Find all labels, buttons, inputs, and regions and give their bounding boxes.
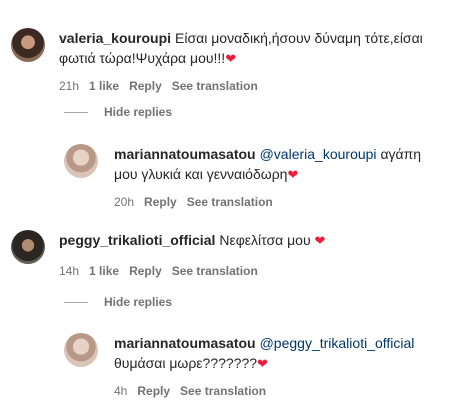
reply-button[interactable]: Reply — [129, 264, 162, 278]
avatar[interactable] — [11, 230, 45, 264]
comment-text: Νεφελίτσα μου — [219, 232, 311, 248]
hide-replies-label[interactable]: Hide replies — [104, 295, 172, 309]
likes-count[interactable]: 1 like — [89, 264, 119, 278]
hide-replies-button[interactable]: Hide replies — [64, 105, 172, 119]
reply-time: 4h — [114, 384, 128, 398]
avatar[interactable] — [11, 28, 45, 62]
divider — [64, 301, 88, 303]
comment-peggy: peggy_trikalioti_official Νεφελίτσα μου ❤… — [11, 230, 441, 278]
see-translation-button[interactable]: See translation — [187, 195, 273, 209]
mention-link[interactable]: @valeria_kouroupi — [260, 146, 377, 162]
comment-time: 14h — [59, 264, 80, 278]
comment-time: 21h — [59, 79, 80, 93]
reply-button[interactable]: Reply — [144, 195, 177, 209]
mention-link[interactable]: @peggy_trikalioti_official — [260, 335, 415, 351]
avatar[interactable] — [64, 333, 98, 367]
hide-replies-button[interactable]: Hide replies — [64, 295, 172, 309]
reply-button[interactable]: Reply — [137, 384, 170, 398]
comment-username[interactable]: peggy_trikalioti_official — [59, 232, 215, 248]
reply-text: θυμάσαι μωρε??????? — [114, 355, 258, 371]
avatar[interactable] — [64, 144, 98, 178]
see-translation-button[interactable]: See translation — [172, 264, 258, 278]
hide-replies-label[interactable]: Hide replies — [104, 105, 172, 119]
reply-username[interactable]: mariannatoumasatou — [114, 146, 256, 162]
reply-mariannatoumasatou-1: mariannatoumasatou @valeria_kouroupi αγάπ… — [64, 144, 444, 209]
heart-emoji-icon: ❤ — [287, 167, 299, 182]
comment-username[interactable]: valeria_kouroupi — [59, 30, 171, 46]
see-translation-button[interactable]: See translation — [172, 79, 258, 93]
heart-emoji-icon: ❤ — [257, 356, 268, 371]
divider — [64, 111, 88, 113]
see-translation-button[interactable]: See translation — [180, 384, 266, 398]
likes-count[interactable]: 1 like — [89, 79, 119, 93]
reply-button[interactable]: Reply — [129, 79, 162, 93]
reply-time: 20h — [114, 195, 135, 209]
comment-valeria: valeria_kouroupi Είσαι μοναδική,ήσουν δύν… — [11, 28, 441, 93]
reply-username[interactable]: mariannatoumasatou — [114, 335, 256, 351]
heart-emoji-icon: ❤ — [225, 51, 237, 66]
heart-emoji-icon: ❤ — [314, 233, 326, 248]
reply-mariannatoumasatou-2: mariannatoumasatou @peggy_trikalioti_offi… — [64, 333, 444, 398]
